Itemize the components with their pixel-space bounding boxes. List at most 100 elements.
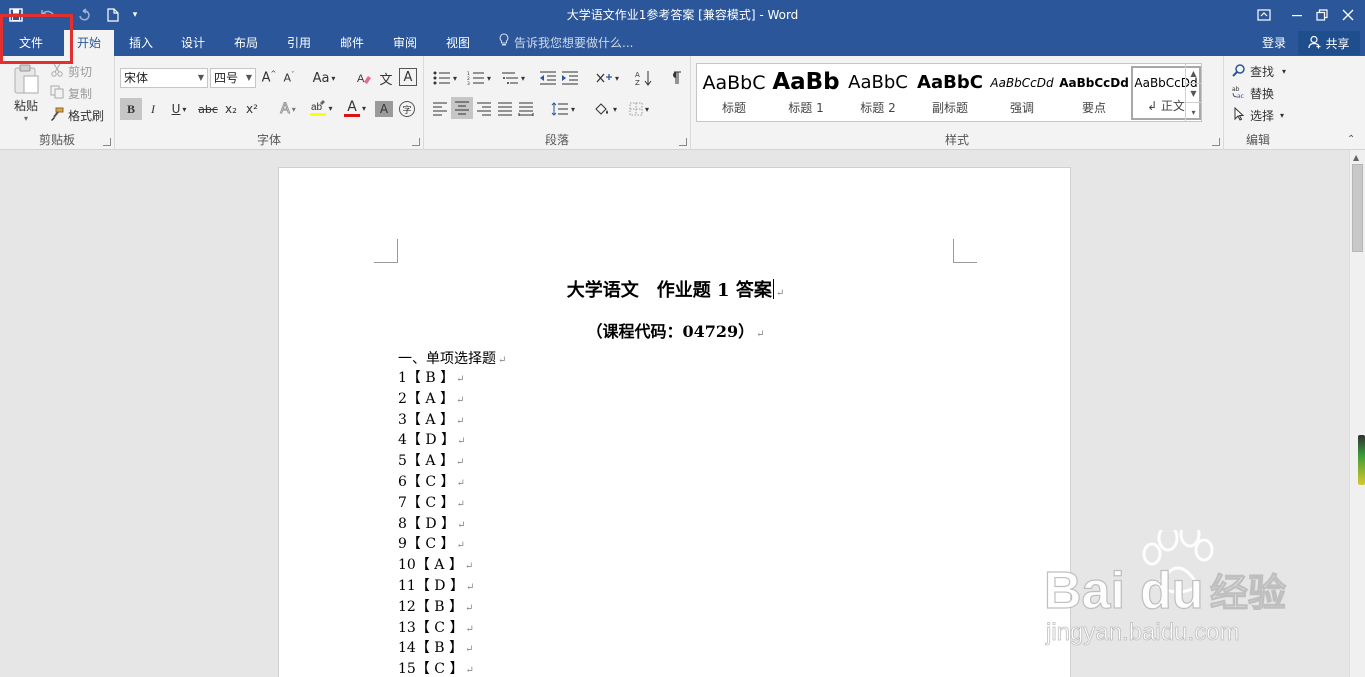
style-heading-2[interactable]: AaBbC 标题 2: [843, 66, 913, 120]
ribbon-tab-bar: 文件 开始 插入 设计 布局 引用 邮件 审阅 视图 告诉我您想要做什么... …: [0, 30, 1365, 56]
paste-button[interactable]: 粘贴 ▾: [8, 60, 44, 126]
customize-toolbar-icon[interactable]: ▾: [128, 4, 142, 26]
increase-indent-icon[interactable]: [560, 68, 580, 88]
sign-in-link[interactable]: 登录: [1262, 30, 1286, 56]
tab-view[interactable]: 视图: [433, 30, 483, 56]
shading-icon[interactable]: ▾: [590, 99, 620, 119]
bold-button[interactable]: B: [120, 98, 142, 120]
font-name-dropdown-icon[interactable]: ▼: [198, 69, 204, 87]
style-title[interactable]: AaBbC 标题: [699, 66, 769, 120]
scroll-up-icon[interactable]: ▲: [1353, 153, 1359, 162]
select-button[interactable]: 选择 ▾: [1232, 105, 1284, 125]
shrink-font-icon[interactable]: Aˇ: [281, 68, 297, 88]
bullets-icon[interactable]: ▾: [430, 68, 460, 88]
character-border-button[interactable]: A: [399, 68, 417, 86]
copy-icon: [50, 85, 64, 102]
answer-bracket-open: 【: [415, 577, 435, 594]
sort-icon[interactable]: AZ: [634, 68, 654, 88]
new-document-icon[interactable]: [104, 4, 122, 26]
font-color-icon[interactable]: A ▾: [341, 98, 369, 118]
format-painter-button[interactable]: 格式刷: [50, 105, 104, 125]
align-right-icon[interactable]: [474, 99, 494, 119]
tab-insert[interactable]: 插入: [116, 30, 166, 56]
subscript-button[interactable]: x₂: [222, 99, 240, 119]
style-heading-1[interactable]: AaBb 标题 1: [771, 66, 841, 120]
change-case-button[interactable]: Aa ▾: [309, 68, 339, 88]
tab-mailings[interactable]: 邮件: [327, 30, 377, 56]
person-icon: [1308, 35, 1322, 52]
italic-button[interactable]: I: [144, 99, 162, 119]
style-subtitle[interactable]: AaBbC 副标题: [915, 66, 985, 120]
multilevel-list-icon[interactable]: ▾: [498, 68, 528, 88]
underline-label: U: [171, 102, 181, 116]
redo-icon[interactable]: [74, 4, 94, 26]
answer-number: 6: [398, 473, 407, 490]
style-strong[interactable]: AaBbCcDd 要点: [1059, 66, 1129, 120]
collapse-ribbon-icon[interactable]: ⌃: [1347, 134, 1355, 145]
enclose-characters-button[interactable]: 字: [398, 99, 416, 119]
undo-icon[interactable]: [34, 4, 64, 26]
find-button[interactable]: 查找 ▾: [1232, 61, 1286, 81]
styles-scroll-down-icon[interactable]: ▼: [1185, 83, 1201, 102]
tab-home[interactable]: 开始: [64, 30, 114, 56]
styles-dialog-launcher-icon[interactable]: [1212, 138, 1220, 146]
tell-me-box[interactable]: 告诉我您想要做什么...: [498, 30, 633, 56]
scrollbar-thumb[interactable]: [1352, 164, 1363, 252]
cut-button[interactable]: 剪切: [50, 61, 92, 81]
share-label: 共享: [1325, 36, 1350, 51]
clear-formatting-icon[interactable]: A: [355, 68, 373, 88]
superscript-button[interactable]: x²: [243, 99, 261, 119]
replace-button[interactable]: ab ac 替换: [1232, 83, 1274, 103]
change-case-label: Aa: [312, 70, 330, 86]
highlight-color-icon[interactable]: ab ▾: [307, 98, 335, 118]
answer-letter: C: [425, 536, 437, 553]
paragraph-mark: ↵: [756, 329, 765, 340]
answer-letter: C: [434, 661, 445, 677]
tab-references[interactable]: 引用: [274, 30, 324, 56]
font-dialog-launcher-icon[interactable]: [412, 138, 420, 146]
justify-icon[interactable]: [495, 99, 515, 119]
decrease-indent-icon[interactable]: [538, 68, 558, 88]
align-center-icon[interactable]: [451, 97, 473, 119]
close-icon[interactable]: [1325, 0, 1365, 30]
style-emphasis-name: 强调: [1009, 101, 1034, 115]
tab-file[interactable]: 文件: [0, 30, 62, 56]
tab-layout[interactable]: 布局: [221, 30, 271, 56]
distributed-icon[interactable]: [516, 99, 536, 119]
underline-button[interactable]: U ▾: [166, 99, 192, 119]
copy-button[interactable]: 复制: [50, 83, 92, 103]
tab-review[interactable]: 审阅: [380, 30, 430, 56]
font-size-combo[interactable]: 四号 ▼: [210, 68, 256, 88]
character-shading-label: A: [379, 102, 389, 116]
style-subtitle-name: 副标题: [931, 101, 968, 115]
vertical-scrollbar[interactable]: ▲: [1349, 150, 1365, 677]
styles-scroll-up-icon[interactable]: ▲: [1185, 64, 1201, 83]
character-shading-button[interactable]: A: [375, 101, 393, 117]
align-left-icon[interactable]: [430, 99, 450, 119]
styles-more-icon[interactable]: ▾: [1185, 102, 1201, 121]
save-icon[interactable]: [6, 4, 26, 26]
phonetic-guide-button[interactable]: 文: [377, 68, 395, 88]
share-button[interactable]: 共享: [1298, 31, 1360, 55]
font-size-dropdown-icon[interactable]: ▼: [246, 69, 252, 87]
answer-bracket-open: 【: [406, 453, 426, 470]
chinese-layout-icon[interactable]: ▾: [592, 68, 622, 88]
strikethrough-button[interactable]: abc: [197, 99, 219, 119]
grow-font-icon[interactable]: A^: [261, 68, 277, 88]
answer-row: 10【 A 】 ↵: [398, 555, 474, 576]
style-emphasis[interactable]: AaBbCcDd 强调: [987, 66, 1057, 120]
paragraph-dialog-launcher-icon[interactable]: [679, 138, 687, 146]
document-page[interactable]: 大学语文 作业题 1 答案 ↵ （课程代码：04729） ↵ 一、单项选择题 ↵ 1【…: [278, 167, 1071, 677]
text-effects-icon[interactable]: A ▾: [275, 99, 301, 119]
answer-bracket-close: 】: [444, 640, 464, 657]
answer-row: 2【 A 】 ↵: [398, 389, 474, 410]
numbering-icon[interactable]: 1 2 3 ▾: [464, 68, 494, 88]
section-heading: 一、单项选择题 ↵: [398, 348, 506, 368]
show-formatting-marks-icon[interactable]: [666, 68, 686, 88]
tab-design[interactable]: 设计: [168, 30, 218, 56]
line-spacing-icon[interactable]: ▾: [548, 99, 578, 119]
font-name-combo[interactable]: 宋体 ▼: [120, 68, 208, 88]
clipboard-dialog-launcher-icon[interactable]: [103, 138, 111, 146]
borders-icon[interactable]: ▾: [624, 99, 654, 119]
paragraph-mark: ↵: [455, 415, 465, 427]
